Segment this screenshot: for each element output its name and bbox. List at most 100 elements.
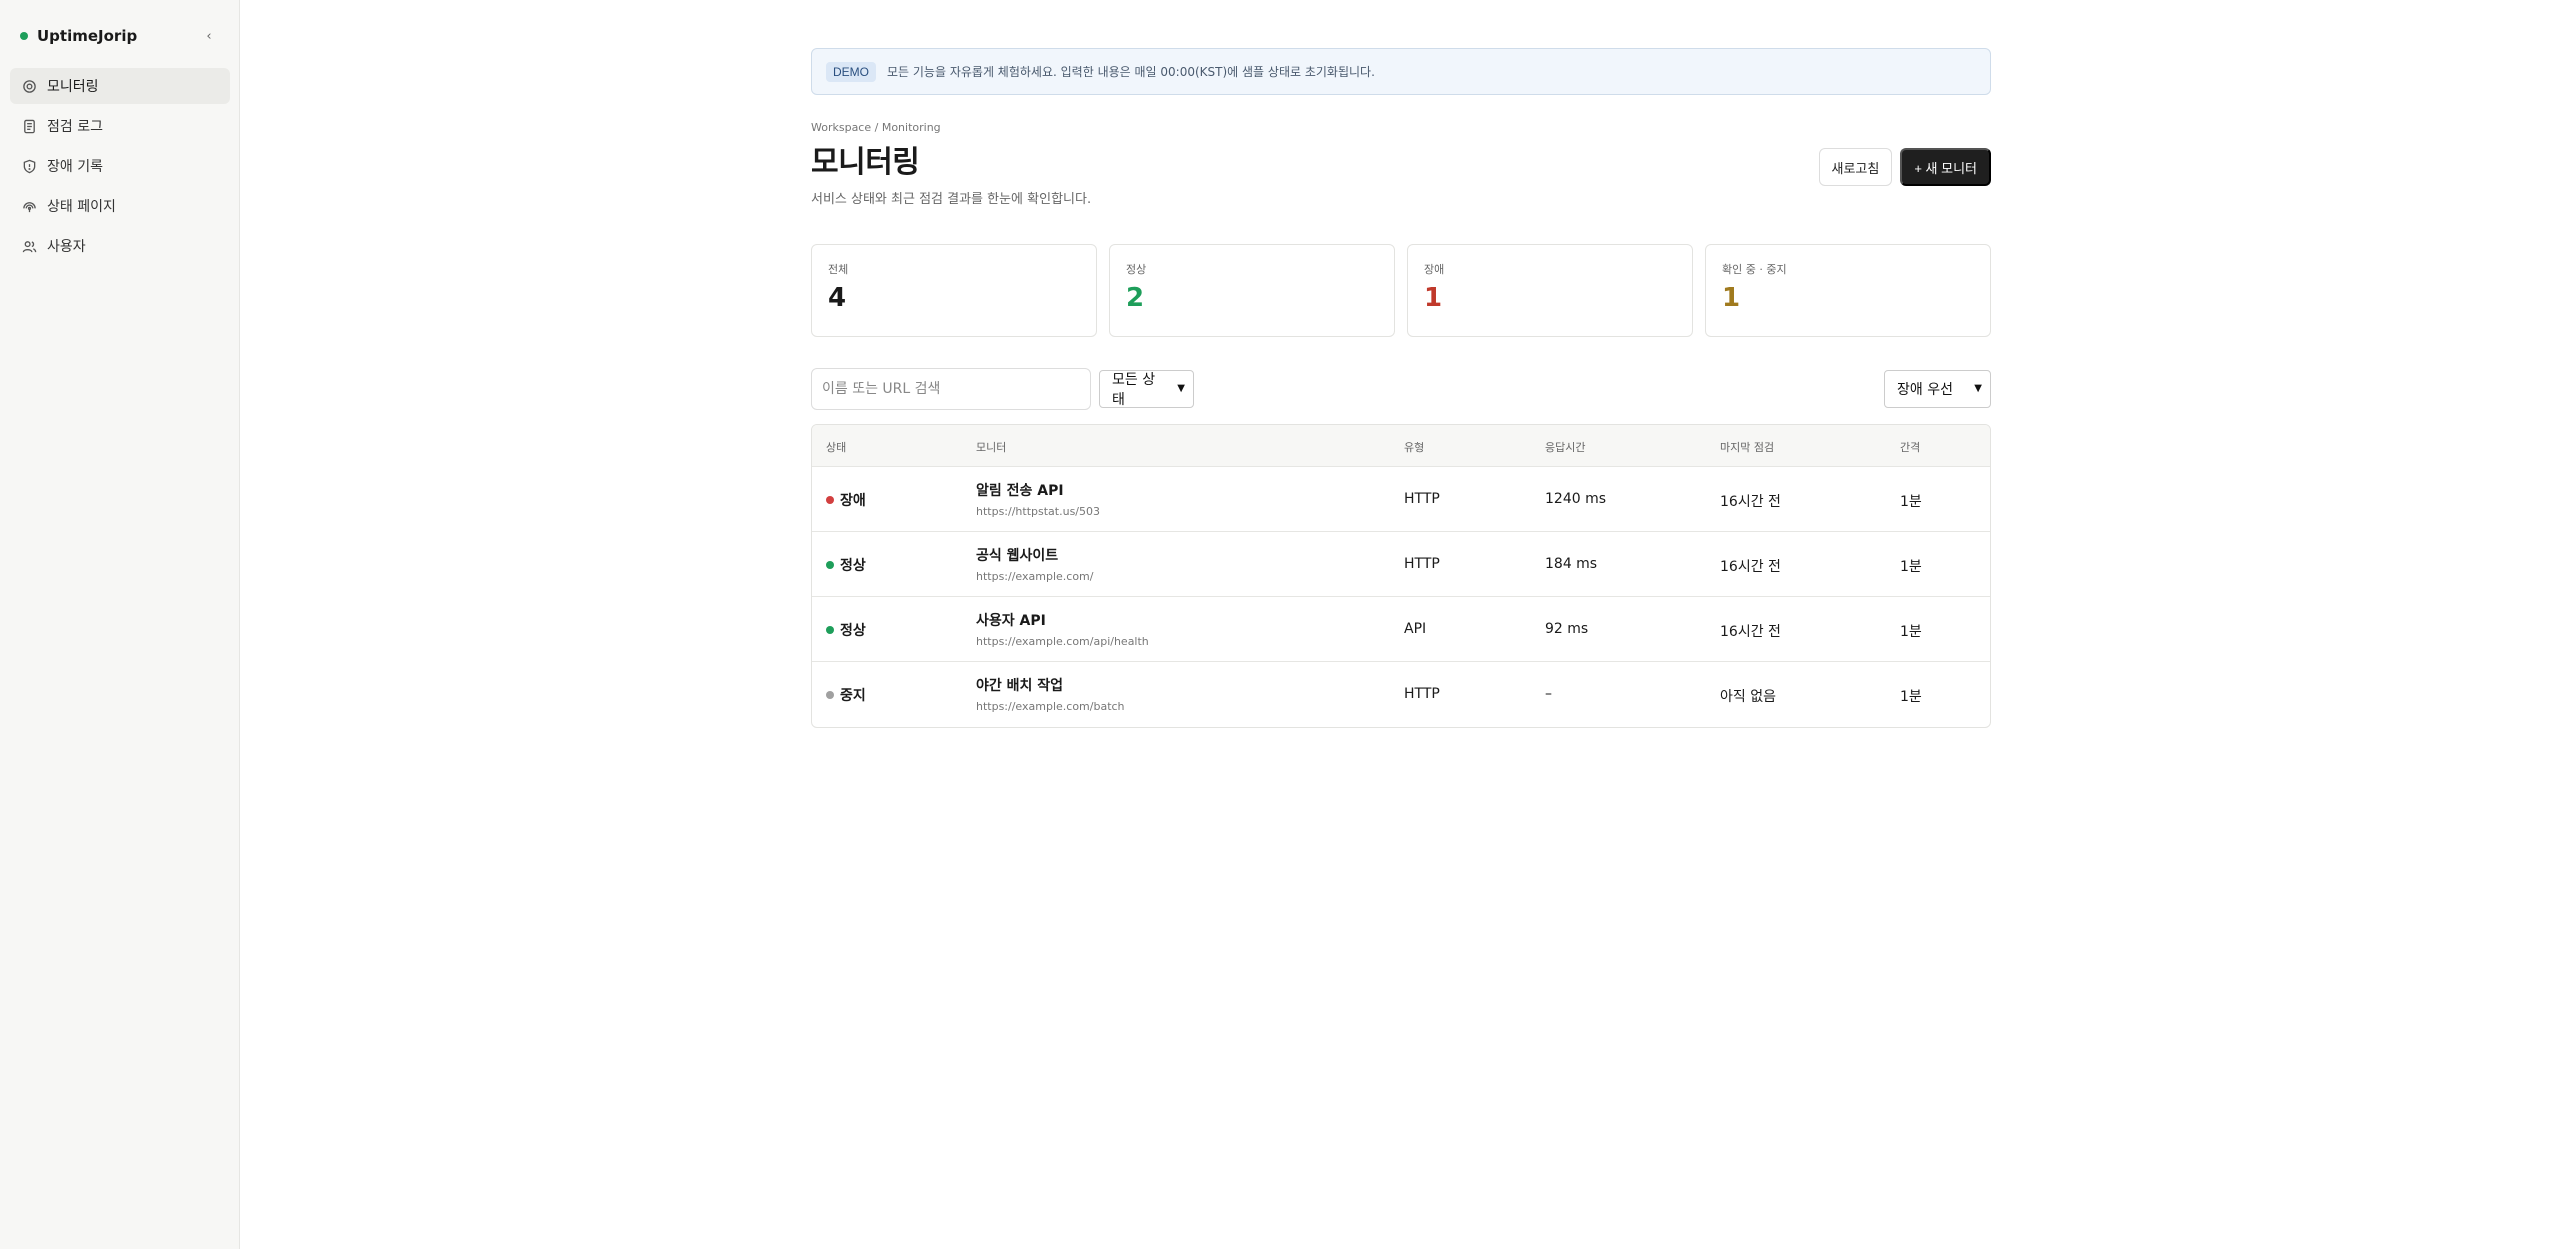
chevron-down-icon: ▼ bbox=[1177, 383, 1185, 394]
filter-toolbar: 모든 상태 ▼ 장애 우선 ▼ bbox=[811, 368, 1991, 410]
document-icon bbox=[21, 118, 37, 134]
table-row[interactable]: 정상 공식 웹사이트 https://example.com/ HTTP 184… bbox=[812, 532, 1990, 597]
monitor-url: https://httpstat.us/503 bbox=[976, 505, 1101, 518]
monitor-cell: 알림 전송 API https://httpstat.us/503 bbox=[976, 480, 1100, 518]
stat-label: 정상 bbox=[1126, 263, 1147, 276]
status-text: 정상 bbox=[840, 558, 866, 574]
stat-card-down: 장애 1 bbox=[1407, 244, 1693, 337]
monitor-name[interactable]: 공식 웹사이트 bbox=[976, 545, 1093, 565]
monitor-name[interactable]: 야간 배치 작업 bbox=[976, 675, 1125, 695]
monitor-url: https://example.com/api/health bbox=[976, 635, 1149, 648]
interval-cell: 1분 bbox=[1900, 494, 1922, 510]
last-check-cell: 16시간 전 bbox=[1720, 624, 1781, 640]
type-cell: API bbox=[1404, 621, 1427, 637]
column-header-type[interactable]: 유형 bbox=[1404, 439, 1424, 455]
stat-card-total: 전체 4 bbox=[811, 244, 1097, 337]
monitor-cell: 야간 배치 작업 https://example.com/batch bbox=[976, 675, 1125, 713]
status-dot bbox=[826, 691, 834, 699]
sidebar-item-label: 상태 페이지 bbox=[47, 199, 116, 215]
sidebar-item-label: 장애 기록 bbox=[47, 159, 103, 175]
brand-status-dot bbox=[20, 32, 28, 40]
sort-select[interactable]: 장애 우선 ▼ bbox=[1884, 370, 1991, 408]
type-cell: HTTP bbox=[1404, 686, 1440, 702]
users-icon bbox=[21, 238, 37, 254]
column-header-response[interactable]: 응답시간 bbox=[1545, 439, 1585, 455]
table-header: 상태 모니터 유형 응답시간 마지막 점검 간격 bbox=[812, 425, 1990, 467]
monitor-url: https://example.com/batch bbox=[976, 700, 1125, 713]
page-subtitle: 서비스 상태와 최근 점검 결과를 한눈에 확인합니다. bbox=[811, 192, 1092, 207]
column-header-status[interactable]: 상태 bbox=[826, 439, 846, 455]
status-cell: 중지 bbox=[826, 685, 866, 705]
sidebar: UptimeJorip ‹ 모니터링 점검 로그 장애 기록 상태 페이지 사용… bbox=[0, 0, 240, 1249]
monitor-icon bbox=[21, 78, 37, 94]
response-cell: 1240 ms bbox=[1545, 491, 1607, 507]
chevron-down-icon: ▼ bbox=[1974, 383, 1982, 394]
status-cell: 정상 bbox=[826, 555, 866, 575]
status-filter-select[interactable]: 모든 상태 ▼ bbox=[1099, 370, 1194, 408]
stat-value: 1 bbox=[1424, 283, 1443, 313]
interval-cell: 1분 bbox=[1900, 624, 1922, 640]
monitor-cell: 공식 웹사이트 https://example.com/ bbox=[976, 545, 1093, 583]
type-cell: HTTP bbox=[1404, 556, 1440, 572]
demo-badge: DEMO bbox=[826, 61, 876, 82]
demo-banner: DEMO 모든 기능을 자유롭게 체험하세요. 입력한 내용은 매일 00:00… bbox=[811, 48, 1991, 95]
sidebar-nav: 모니터링 점검 로그 장애 기록 상태 페이지 사용자 bbox=[10, 68, 230, 268]
brand-name: UptimeJorip bbox=[37, 27, 138, 45]
header-actions: 새로고침 + 새 모니터 bbox=[1818, 148, 1991, 186]
column-header-interval[interactable]: 간격 bbox=[1900, 439, 1920, 455]
sidebar-item-label: 모니터링 bbox=[47, 79, 99, 95]
stat-value: 4 bbox=[828, 283, 847, 313]
status-text: 중지 bbox=[840, 688, 866, 704]
sidebar-item-status-page[interactable]: 상태 페이지 bbox=[10, 188, 230, 224]
last-check-cell: 아직 없음 bbox=[1720, 689, 1776, 705]
status-text: 장애 bbox=[840, 493, 866, 509]
column-header-last-check[interactable]: 마지막 점검 bbox=[1720, 439, 1774, 455]
table-row[interactable]: 정상 사용자 API https://example.com/api/healt… bbox=[812, 597, 1990, 662]
brand: UptimeJorip ‹ bbox=[20, 24, 219, 48]
interval-cell: 1분 bbox=[1900, 689, 1922, 705]
sidebar-item-label: 점검 로그 bbox=[47, 119, 103, 135]
status-dot bbox=[826, 496, 834, 504]
stat-value: 2 bbox=[1126, 283, 1145, 313]
monitor-cell: 사용자 API https://example.com/api/health bbox=[976, 610, 1149, 648]
search-input[interactable] bbox=[811, 368, 1091, 410]
stat-card-up: 정상 2 bbox=[1109, 244, 1395, 337]
table-row[interactable]: 장애 알림 전송 API https://httpstat.us/503 HTT… bbox=[812, 467, 1990, 532]
sidebar-item-label: 사용자 bbox=[47, 239, 86, 255]
response-cell: – bbox=[1545, 686, 1552, 702]
demo-text: 모든 기능을 자유롭게 체험하세요. 입력한 내용은 매일 00:00(KST)… bbox=[887, 65, 1375, 79]
sidebar-item-incidents[interactable]: 장애 기록 bbox=[10, 148, 230, 184]
monitor-name[interactable]: 사용자 API bbox=[976, 610, 1149, 630]
stat-card-pending-paused: 확인 중 · 중지 1 bbox=[1705, 244, 1991, 337]
stat-label: 전체 bbox=[828, 263, 849, 276]
status-cell: 정상 bbox=[826, 620, 866, 640]
monitor-name[interactable]: 알림 전송 API bbox=[976, 480, 1100, 500]
type-cell: HTTP bbox=[1404, 491, 1440, 507]
status-text: 정상 bbox=[840, 623, 866, 639]
sidebar-item-check-logs[interactable]: 점검 로그 bbox=[10, 108, 230, 144]
page-title: 모니터링 bbox=[811, 145, 920, 180]
refresh-button[interactable]: 새로고침 bbox=[1818, 148, 1893, 186]
monitor-url: https://example.com/ bbox=[976, 570, 1094, 583]
last-check-cell: 16시간 전 bbox=[1720, 494, 1781, 510]
status-cell: 장애 bbox=[826, 490, 866, 510]
sidebar-item-monitoring[interactable]: 모니터링 bbox=[10, 68, 230, 104]
shield-icon bbox=[21, 158, 37, 174]
interval-cell: 1분 bbox=[1900, 559, 1922, 575]
response-cell: 92 ms bbox=[1545, 621, 1589, 637]
status-dot bbox=[826, 561, 834, 569]
sidebar-item-users[interactable]: 사용자 bbox=[10, 228, 230, 264]
sort-value: 장애 우선 bbox=[1897, 382, 1953, 398]
status-dot bbox=[826, 626, 834, 634]
stat-label: 확인 중 · 중지 bbox=[1722, 263, 1787, 276]
new-monitor-button[interactable]: + 새 모니터 bbox=[1900, 148, 1991, 186]
stats-cards: 전체 4 정상 2 장애 1 확인 중 · 중지 1 bbox=[811, 244, 1991, 337]
status-filter-value: 모든 상태 bbox=[1112, 372, 1156, 408]
table-row[interactable]: 중지 야간 배치 작업 https://example.com/batch HT… bbox=[812, 662, 1990, 727]
main-content: DEMO 모든 기능을 자유롭게 체험하세요. 입력한 내용은 매일 00:00… bbox=[811, 48, 1991, 728]
stat-value: 1 bbox=[1722, 283, 1741, 313]
last-check-cell: 16시간 전 bbox=[1720, 559, 1781, 575]
breadcrumb: Workspace / Monitoring bbox=[811, 121, 941, 134]
column-header-monitor[interactable]: 모니터 bbox=[976, 439, 1006, 455]
chevron-left-icon[interactable]: ‹ bbox=[199, 26, 219, 46]
